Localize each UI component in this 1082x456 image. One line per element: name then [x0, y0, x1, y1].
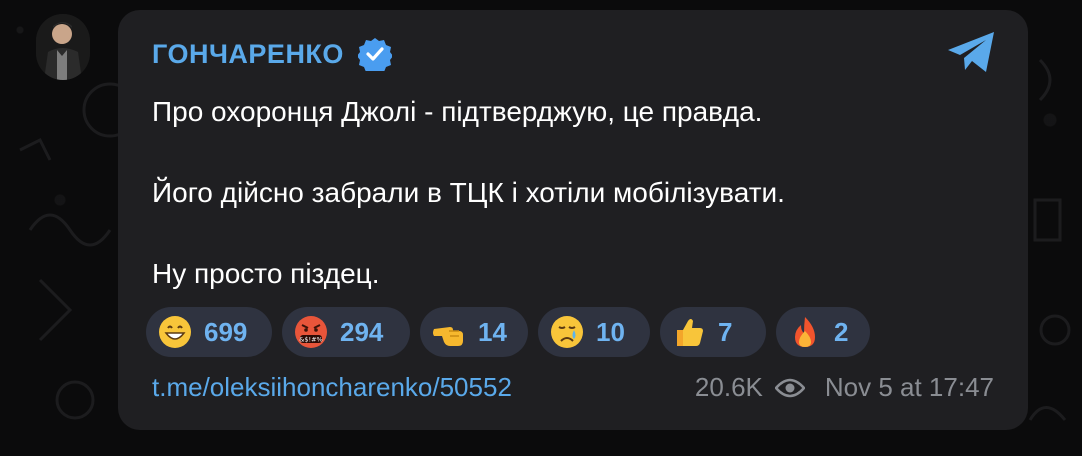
message-bubble: ГОНЧАРЕНКО Про охоронця Джолі - підтверд…: [118, 10, 1028, 430]
reaction-count: 699: [204, 316, 248, 347]
crying-face-icon: [551, 316, 583, 348]
reaction-pointing[interactable]: 14: [420, 307, 528, 357]
post-link[interactable]: t.me/oleksiihoncharenko/50552: [152, 372, 512, 403]
reaction-count: 294: [340, 316, 384, 347]
eye-icon: [774, 378, 805, 397]
reaction-count: 7: [718, 316, 733, 347]
reaction-fire[interactable]: 2: [776, 307, 870, 357]
reaction-crying[interactable]: 10: [538, 307, 650, 357]
view-count: 20.6K: [694, 372, 763, 402]
grinning-face-icon: [159, 316, 191, 348]
post-header: ГОНЧАРЕНКО: [152, 37, 392, 71]
reaction-thumbs-up[interactable]: 7: [660, 307, 766, 357]
message-paragraph: Ну просто піздец.: [152, 258, 380, 289]
post-footer: t.me/oleksiihoncharenko/50552 20.6K Nov …: [152, 372, 994, 403]
thumbs-up-icon: [677, 319, 703, 346]
message-paragraph: Про охоронця Джолі - підтверджую, це пра…: [152, 96, 763, 127]
person-photo-icon: [36, 14, 90, 80]
fire-icon: [795, 317, 815, 347]
reaction-grinning[interactable]: 699: [146, 307, 272, 357]
post-timestamp: Nov 5 at 17:47: [824, 372, 994, 402]
message-paragraph: Його дійсно забрали в ТЦК і хотіли мобіл…: [152, 177, 785, 208]
reaction-count: 14: [478, 316, 507, 347]
reactions-bar: 699 &$!#% 294 14 10 7 2: [146, 307, 870, 357]
reaction-count: 10: [596, 316, 625, 347]
pointing-hand-icon: [433, 327, 463, 346]
post-meta: 20.6K Nov 5 at 17:47: [695, 372, 994, 403]
cursing-face-icon: &$!#%: [295, 316, 327, 348]
telegram-share-icon[interactable]: [946, 30, 998, 74]
message-text: Про охоронця Джолі - підтверджую, це пра…: [152, 92, 972, 294]
verified-badge-icon: [357, 38, 392, 71]
chat-background: ГОНЧАРЕНКО Про охоронця Джолі - підтверд…: [0, 0, 1082, 456]
reaction-cursing[interactable]: &$!#% 294: [282, 307, 410, 357]
channel-name[interactable]: ГОНЧАРЕНКО: [152, 39, 344, 70]
reaction-count: 2: [834, 316, 849, 347]
svg-text:&$!#%: &$!#%: [299, 336, 322, 344]
channel-avatar[interactable]: [36, 14, 90, 80]
